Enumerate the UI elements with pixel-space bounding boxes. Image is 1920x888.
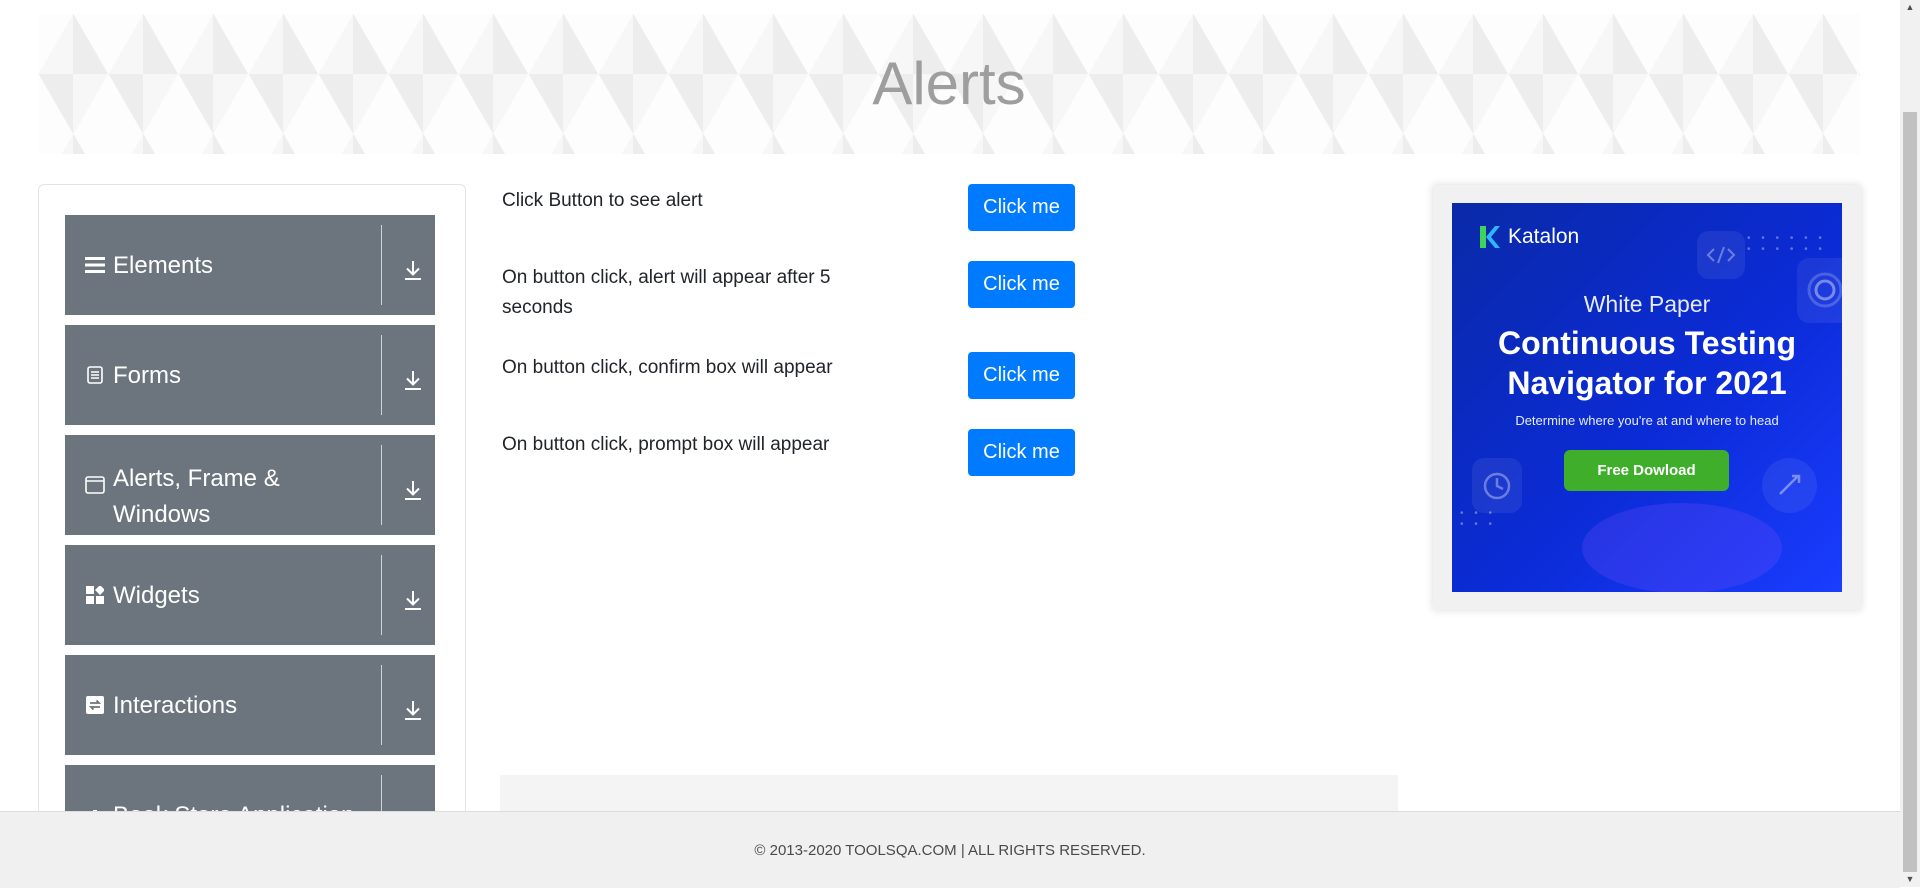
ad-headline: Continuous Testing Navigator for 2021 — [1497, 325, 1797, 401]
download-arrow-icon[interactable] — [403, 369, 423, 391]
sidebar-group-widgets[interactable]: Widgets — [65, 545, 435, 645]
divider — [381, 665, 382, 745]
sidebar: Elements Forms Alerts, Frame & Windows W… — [38, 184, 466, 886]
sidebar-group-label: Forms — [113, 362, 181, 389]
sidebar-group-label: Interactions — [113, 692, 238, 719]
ad-brand: Katalon — [1508, 225, 1580, 248]
clock-icon — [1472, 458, 1522, 513]
menu-icon — [85, 255, 105, 275]
footer: © 2013-2020 TOOLSQA.COM | ALL RIGHTS RES… — [0, 811, 1900, 888]
download-arrow-icon[interactable] — [403, 479, 423, 501]
katalon-logo-icon — [1480, 226, 1500, 248]
alert-button[interactable]: Click me — [968, 184, 1075, 231]
prompt-button[interactable]: Click me — [968, 429, 1075, 476]
sidebar-group-elements[interactable]: Elements — [65, 215, 435, 315]
alert-row-text: Click Button to see alert — [502, 190, 703, 211]
download-arrow-icon[interactable] — [403, 699, 423, 721]
window-icon — [85, 475, 105, 495]
divider — [381, 445, 382, 525]
divider — [381, 335, 382, 415]
infinity-shape — [1582, 503, 1782, 592]
divider — [381, 225, 382, 305]
document-icon — [85, 365, 105, 385]
sidebar-group-label: Elements — [113, 252, 214, 279]
sidebar-group-label: Widgets — [113, 582, 200, 609]
scrollbar-thumb[interactable] — [1903, 112, 1917, 872]
download-arrow-icon[interactable] — [403, 589, 423, 611]
confirm-row-text: On button click, confirm box will appear — [502, 357, 833, 378]
page-title: Alerts — [872, 50, 1026, 117]
download-arrow-icon[interactable] — [403, 259, 423, 281]
decorative-dots: • • • • • • — [1460, 508, 1497, 530]
ad-subtext: Determine where you're at and where to h… — [1515, 413, 1779, 428]
scroll-down-arrow-icon[interactable]: ▼ — [1905, 874, 1915, 884]
confirm-button[interactable]: Click me — [968, 352, 1075, 399]
sidebar-group-alerts-frame-windows[interactable]: Alerts, Frame & Windows — [65, 435, 435, 535]
divider — [381, 555, 382, 635]
ad-kicker: White Paper — [1583, 291, 1711, 317]
sidebar-group-forms[interactable]: Forms — [65, 325, 435, 425]
prompt-row-text: On button click, prompt box will appear — [502, 434, 830, 455]
ad-download-button[interactable]: Free Dowload — [1564, 450, 1729, 491]
code-icon — [1697, 231, 1745, 279]
timer-alert-button[interactable]: Click me — [968, 261, 1075, 308]
header-banner: Alerts — [38, 14, 1860, 154]
interactions-icon — [85, 695, 105, 715]
decorative-dots: • • • • • • • • • • • • — [1747, 233, 1826, 255]
widgets-icon — [85, 585, 105, 605]
sidebar-group-label: Alerts, Frame & Windows — [113, 465, 280, 528]
ad-logo: Katalon — [1478, 225, 1579, 249]
bottom-banner — [500, 775, 1398, 815]
rocket-icon — [1762, 458, 1817, 513]
footer-copyright: © 2013-2020 TOOLSQA.COM | ALL RIGHTS RES… — [754, 842, 1146, 859]
vertical-scrollbar[interactable]: ▲ ▼ — [1900, 0, 1920, 887]
ad-banner[interactable]: • • • • • • • • • • • • • • • • • • Katalo… — [1452, 203, 1842, 592]
sidebar-group-interactions[interactable]: Interactions — [65, 655, 435, 755]
timer-alert-row-text: On button click, alert will appear after… — [502, 267, 831, 318]
scroll-up-arrow-icon[interactable]: ▲ — [1905, 2, 1915, 12]
